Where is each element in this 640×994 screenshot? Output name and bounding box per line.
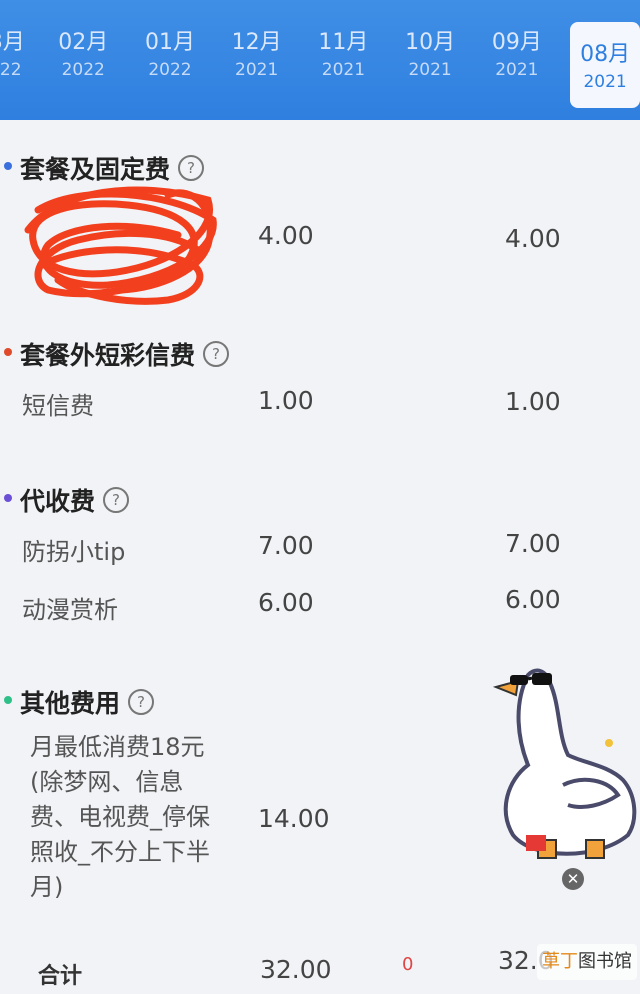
- tab-month: 12月: [231, 30, 282, 55]
- tab-month: 02月: [58, 30, 109, 55]
- tab-month-5[interactable]: 11月 2021: [300, 0, 387, 120]
- tab-month-active[interactable]: 08月 2021: [570, 22, 640, 108]
- redaction-scribble: [24, 186, 217, 305]
- section-dot: [4, 696, 12, 704]
- tab-year: 2021: [235, 60, 279, 80]
- package-value-current: 4.00: [258, 221, 314, 250]
- collect-row-label: 动漫赏析: [22, 596, 118, 624]
- other-value-current: 14.00: [258, 804, 330, 833]
- section-dot: [4, 494, 12, 502]
- question-circle-icon[interactable]: ?: [103, 487, 130, 513]
- collect-row-value-current: 6.00: [258, 588, 314, 617]
- tab-month: 08月: [580, 42, 631, 67]
- section-title-other: 其他费用 ?: [4, 684, 155, 720]
- month-tab-bar: 03月 2022 02月 2022 01月 2022 12月 2021 11月 …: [0, 0, 640, 120]
- tab-month-3[interactable]: 01月 2022: [127, 0, 214, 120]
- collect-row-value-compare: 7.00: [505, 529, 561, 558]
- tab-year: 2021: [408, 60, 452, 80]
- section-title-text: 其他费用: [20, 689, 121, 718]
- total-value-current: 32.00: [260, 955, 332, 984]
- section-title-text: 代收费: [20, 487, 96, 516]
- total-label: 合计: [38, 964, 83, 989]
- sms-value-compare: 1.00: [505, 387, 561, 416]
- collect-row-value-compare: 6.00: [505, 585, 561, 614]
- other-row-label: 月最低消费18元(除梦网、信息费、电视费_停保照收_不分上下半月): [30, 733, 210, 901]
- tab-month-4[interactable]: 12月 2021: [213, 0, 300, 120]
- tab-month-2[interactable]: 02月 2022: [40, 0, 127, 120]
- watermark: 草丁图书馆: [537, 944, 637, 980]
- tab-year: 2021: [495, 60, 539, 80]
- tab-month-1[interactable]: 03月 2022: [0, 0, 40, 120]
- watermark-text: 图书馆: [578, 951, 632, 972]
- close-icon[interactable]: ✕: [562, 868, 584, 890]
- tab-year: 2021: [583, 72, 627, 92]
- sms-row-label: 短信费: [22, 392, 94, 420]
- tab-month: 11月: [318, 30, 369, 55]
- goose-sticker: [492, 668, 637, 859]
- section-title-sms: 套餐外短彩信费 ?: [4, 336, 230, 372]
- package-value-compare: 4.00: [505, 224, 561, 253]
- question-circle-icon[interactable]: ?: [128, 689, 155, 715]
- question-circle-icon[interactable]: ?: [203, 341, 230, 367]
- total-difference: 0: [402, 954, 414, 975]
- section-dot: [4, 162, 12, 170]
- tab-year: 2022: [0, 60, 22, 80]
- tab-month-6[interactable]: 10月 2021: [387, 0, 474, 120]
- collect-row-label: 防拐小tip: [22, 538, 126, 566]
- tab-year: 2022: [61, 60, 105, 80]
- sms-value-current: 1.00: [258, 386, 314, 415]
- tab-month-7[interactable]: 09月 2021: [473, 0, 560, 120]
- tab-month: 03月: [0, 30, 25, 55]
- section-title-text: 套餐外短彩信费: [20, 341, 196, 370]
- section-title-collect: 代收费 ?: [4, 482, 130, 518]
- collect-row-value-current: 7.00: [258, 531, 314, 560]
- tab-year: 2022: [148, 60, 192, 80]
- tab-year: 2021: [321, 60, 366, 80]
- tab-month: 01月: [144, 30, 195, 55]
- tab-month: 10月: [405, 30, 456, 55]
- tab-month: 09月: [491, 30, 542, 55]
- watermark-accent: 草丁: [542, 951, 578, 972]
- section-dot: [4, 348, 12, 356]
